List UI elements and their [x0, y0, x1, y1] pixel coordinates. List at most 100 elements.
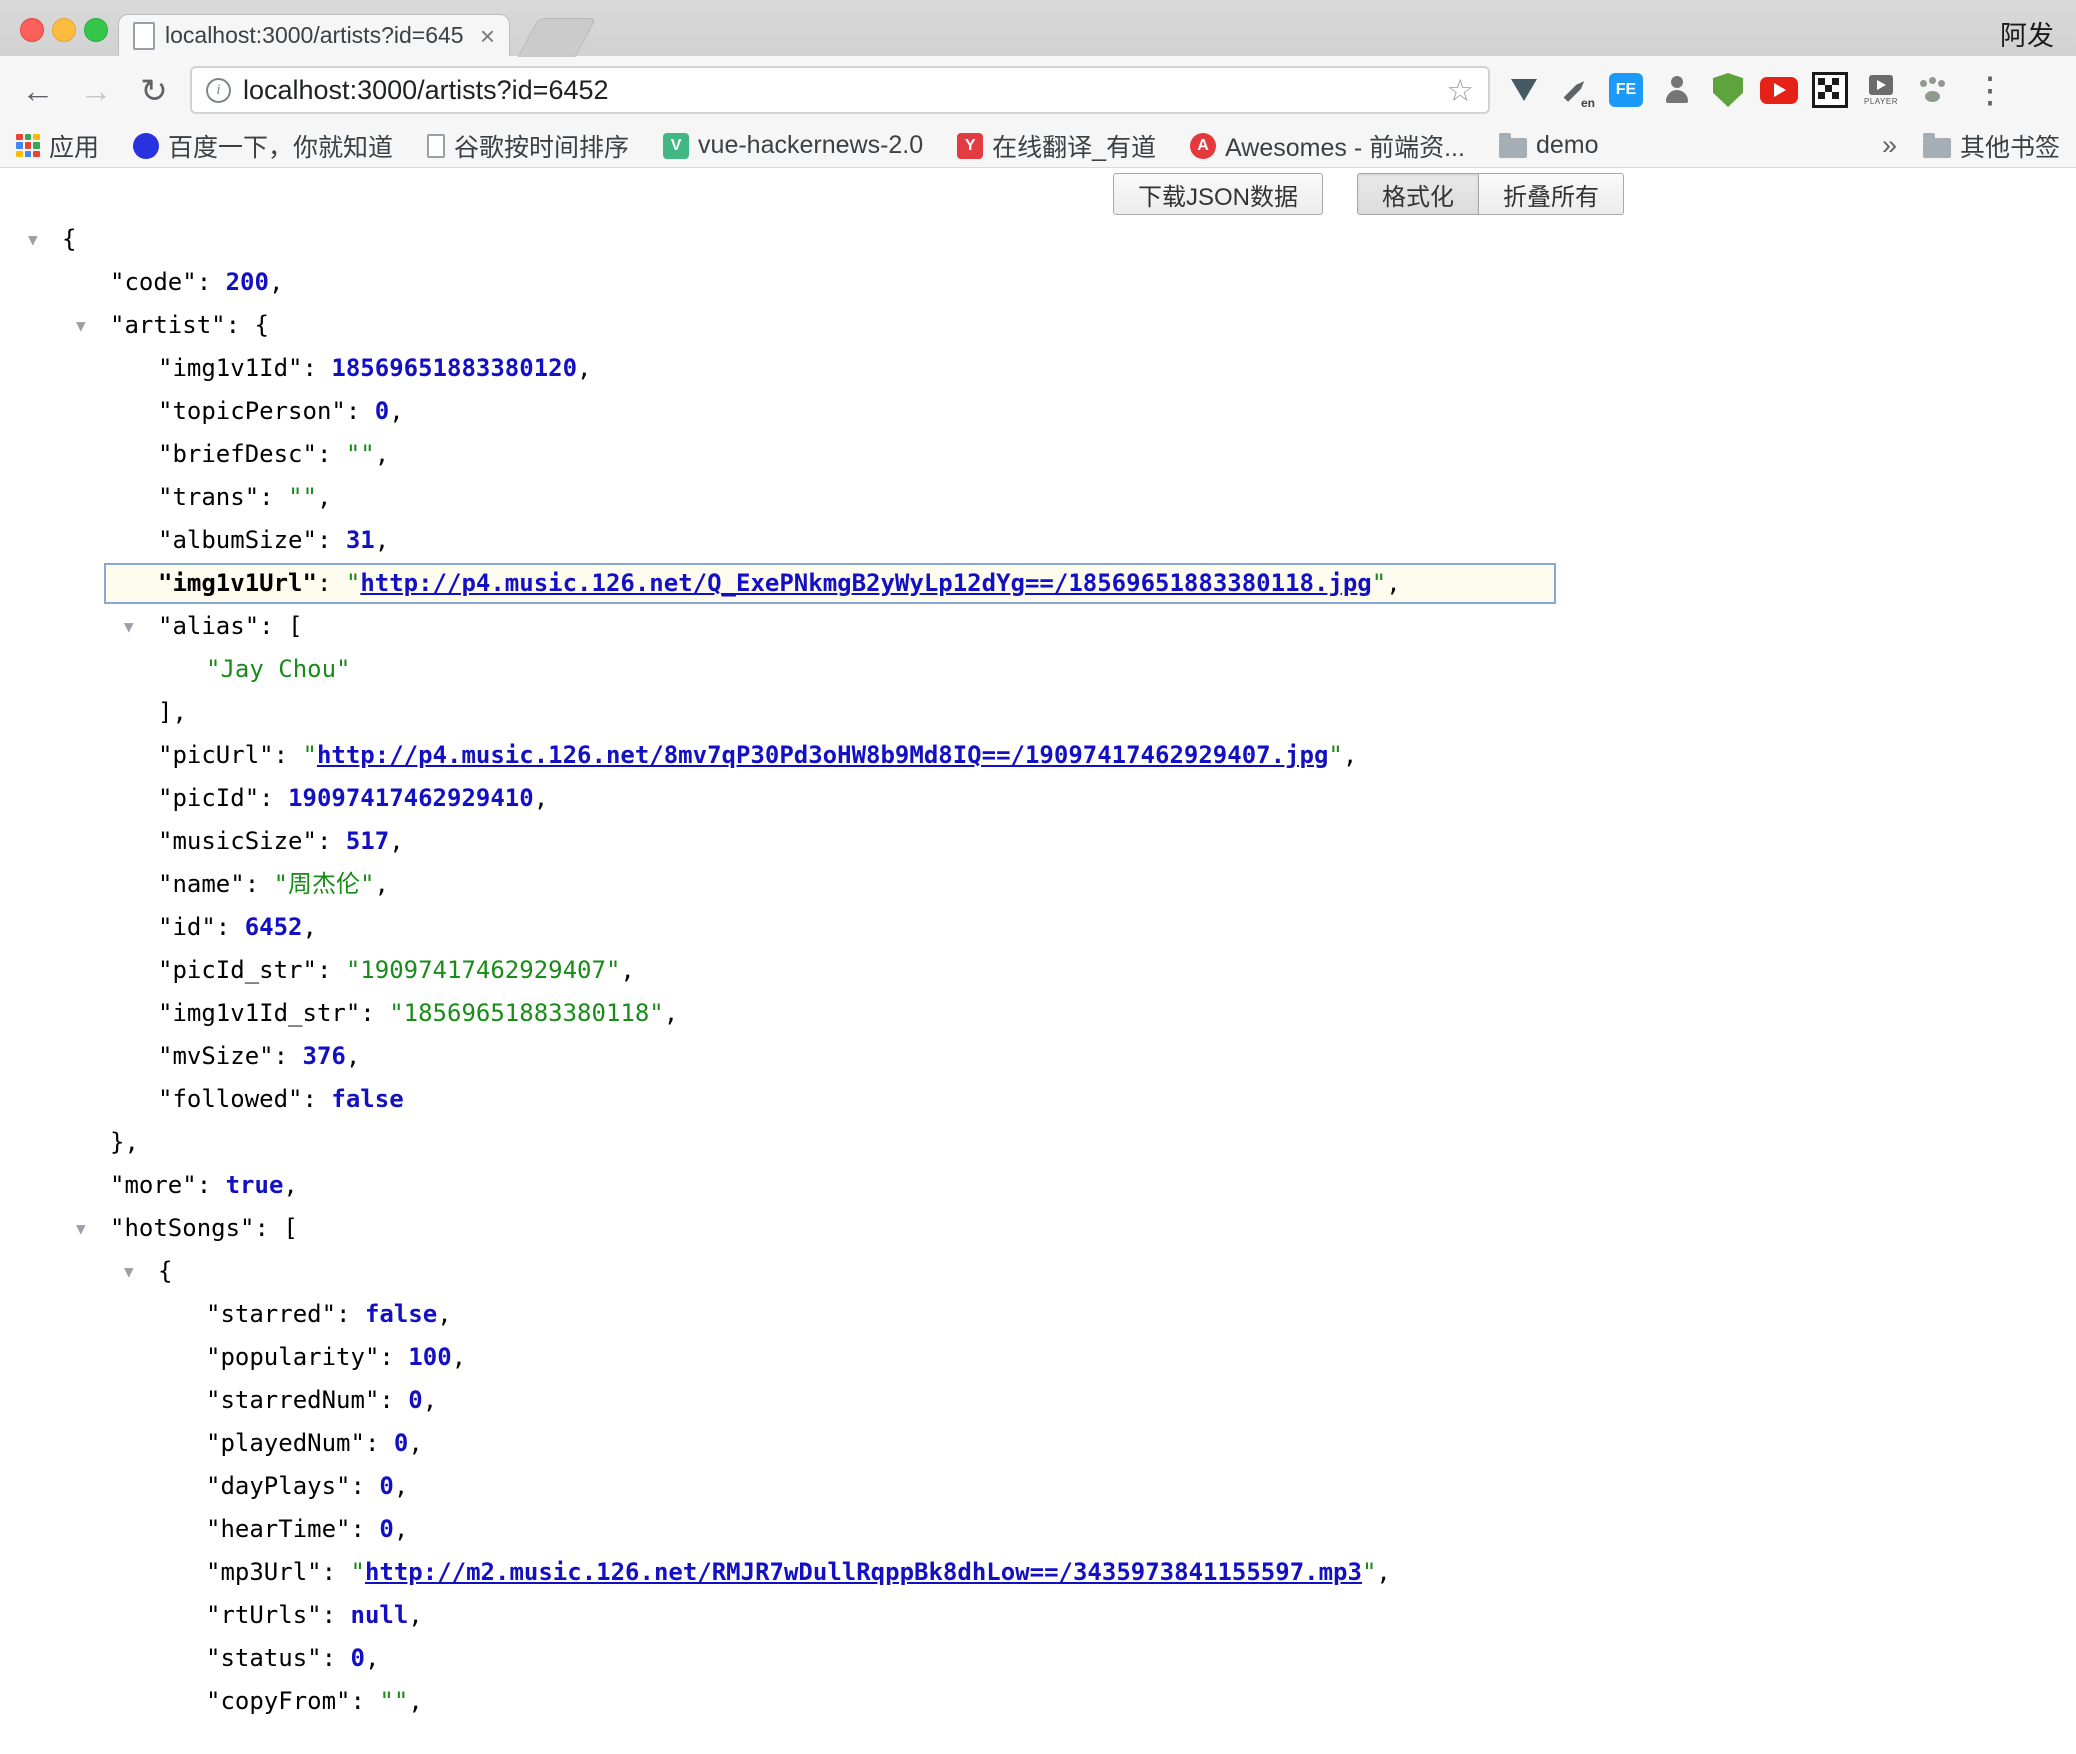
json-token: 0: [379, 1515, 393, 1543]
json-token: :: [317, 526, 346, 554]
player-icon: PLAYER: [1864, 75, 1898, 106]
back-button[interactable]: ←: [16, 74, 60, 107]
json-line: "topicPerson": 0,: [0, 390, 2076, 433]
bookmark-label: 应用: [49, 128, 99, 164]
json-token: :: [245, 870, 274, 898]
shield-extension-icon[interactable]: [1708, 70, 1748, 110]
json-token: ,: [408, 1601, 422, 1629]
person-extension-icon[interactable]: [1657, 70, 1697, 110]
json-token: ": [1328, 741, 1342, 769]
profile-name[interactable]: 阿发: [2000, 14, 2054, 53]
json-token: false: [365, 1300, 437, 1328]
json-line: "img1v1Url": "http://p4.music.126.net/Q_…: [0, 562, 2076, 605]
json-token: ,: [317, 483, 331, 511]
json-token: "more": [110, 1171, 197, 1199]
bookmark-item[interactable]: AAwesomes - 前端资...: [1190, 128, 1465, 164]
json-token: ,: [394, 1515, 408, 1543]
json-token: ,: [346, 1042, 360, 1070]
json-url-link[interactable]: http://m2.music.126.net/RMJR7wDullRqppBk…: [365, 1558, 1362, 1586]
v-extension-icon[interactable]: [1504, 70, 1544, 110]
page-content: 下载JSON数据 格式化 折叠所有 ▼{"code": 200,▼"artist…: [0, 168, 2076, 1754]
json-line: ▼"artist": {: [0, 304, 2076, 347]
json-line: "dayPlays": 0,: [0, 1465, 2076, 1508]
json-token: null: [351, 1601, 409, 1629]
json-token: 100: [408, 1343, 451, 1371]
json-token: 0: [375, 397, 389, 425]
bookmarks-overflow-chevron[interactable]: »: [1882, 130, 1897, 161]
url-path: /artists?id=6452: [417, 75, 608, 105]
address-bar[interactable]: i localhost:3000/artists?id=6452 ☆: [190, 66, 1490, 114]
json-token: :: [336, 1300, 365, 1328]
json-url-link[interactable]: http://p4.music.126.net/8mv7qP30Pd3oHW8b…: [317, 741, 1328, 769]
paw-extension-icon[interactable]: [1912, 70, 1952, 110]
json-line: "briefDesc": "",: [0, 433, 2076, 476]
json-token: 517: [346, 827, 389, 855]
json-token: "img1v1Id": [158, 354, 303, 382]
json-token: ,: [664, 999, 678, 1027]
tab-close-button[interactable]: ×: [480, 23, 495, 49]
json-token: :: [365, 1429, 394, 1457]
json-token: ,: [620, 956, 634, 984]
json-token: :: [360, 999, 389, 1027]
qrcode-extension-icon[interactable]: [1810, 70, 1850, 110]
json-line: "picId": 19097417462929410,: [0, 777, 2076, 820]
json-token: ,: [394, 1472, 408, 1500]
window-minimize-button[interactable]: [52, 18, 76, 42]
json-token: "id": [158, 913, 216, 941]
shield-icon: [1713, 73, 1743, 107]
json-line: "playedNum": 0,: [0, 1422, 2076, 1465]
collapse-toggle-icon[interactable]: ▼: [76, 304, 86, 347]
bookmark-item[interactable]: 百度一下，你就知道: [133, 128, 393, 164]
json-token: "albumSize": [158, 526, 317, 554]
reload-button[interactable]: ↻: [132, 74, 176, 107]
other-bookmarks-folder[interactable]: 其他书签: [1923, 128, 2060, 164]
window-zoom-button[interactable]: [84, 18, 108, 42]
json-token: "picId_str": [158, 956, 317, 984]
json-token: 0: [408, 1386, 422, 1414]
fe-extension-icon[interactable]: FE: [1606, 70, 1646, 110]
json-line: },: [0, 1121, 2076, 1164]
json-token: "": [288, 483, 317, 511]
json-token: "img1v1Id_str": [158, 999, 360, 1027]
collapse-toggle-icon[interactable]: ▼: [124, 1250, 134, 1293]
bookmark-item[interactable]: demo: [1499, 131, 1599, 160]
collapse-toggle-icon[interactable]: ▼: [28, 218, 38, 261]
json-token: :: [274, 741, 303, 769]
new-tab-button[interactable]: [518, 18, 597, 57]
player-extension-icon[interactable]: PLAYER: [1861, 70, 1901, 110]
json-line: "starredNum": 0,: [0, 1379, 2076, 1422]
json-line: "starred": false,: [0, 1293, 2076, 1336]
json-token: "img1v1Url": [158, 569, 317, 597]
bookmark-item[interactable]: 应用: [16, 128, 99, 164]
json-token: "Jay Chou": [206, 655, 351, 683]
bookmark-item[interactable]: 谷歌按时间排序: [427, 128, 629, 164]
youtube-extension-icon[interactable]: [1759, 70, 1799, 110]
bookmark-label: demo: [1536, 131, 1599, 160]
url-text[interactable]: localhost:3000/artists?id=6452: [243, 75, 1434, 106]
person-icon: [1662, 75, 1692, 105]
collapse-toggle-icon[interactable]: ▼: [124, 605, 134, 648]
translate-pen-icon[interactable]: en: [1555, 70, 1595, 110]
window-close-button[interactable]: [20, 18, 44, 42]
forward-button[interactable]: →: [74, 74, 118, 107]
json-token: ,: [577, 354, 591, 382]
bookmark-star-icon[interactable]: ☆: [1446, 75, 1474, 106]
json-line: "popularity": 100,: [0, 1336, 2076, 1379]
json-token: 31: [346, 526, 375, 554]
json-token: :: [322, 1601, 351, 1629]
bookmark-item[interactable]: Vvue-hackernews-2.0: [663, 131, 923, 160]
browser-tab[interactable]: localhost:3000/artists?id=645 ×: [118, 14, 510, 56]
chrome-menu-button[interactable]: ⋮: [1972, 72, 2008, 108]
json-token: "briefDesc": [158, 440, 317, 468]
json-token: ,: [408, 1687, 422, 1715]
json-url-link[interactable]: http://p4.music.126.net/Q_ExePNkmgB2yWyL…: [360, 569, 1371, 597]
json-line: ▼"alias": [: [0, 605, 2076, 648]
bookmark-item[interactable]: Y在线翻译_有道: [957, 128, 1156, 164]
json-token: ,: [437, 1300, 451, 1328]
collapse-toggle-icon[interactable]: ▼: [76, 1207, 86, 1250]
json-token: ],: [158, 698, 187, 726]
json-token: "hearTime": [206, 1515, 351, 1543]
apps-grid-icon: [16, 134, 40, 158]
url-host: localhost:3000: [243, 75, 417, 105]
page-info-icon[interactable]: i: [206, 78, 231, 103]
